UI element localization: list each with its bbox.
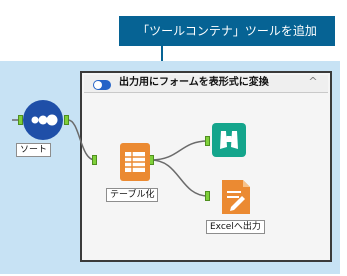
table-tool[interactable] (119, 142, 151, 182)
table-to-output-connector (150, 159, 209, 197)
sort-icon (23, 100, 63, 140)
sort-to-table-connector (67, 119, 96, 161)
browse-input-anchor[interactable] (205, 136, 210, 146)
document-pen-icon (222, 180, 250, 214)
table-input-anchor[interactable] (92, 155, 97, 165)
excel-output-tool-label: Excelへ出力 (206, 220, 265, 234)
table-to-browse-connector (150, 140, 209, 161)
table-tool-label: テーブル化 (106, 188, 159, 202)
table-icon (120, 143, 150, 181)
sort-tool-label: ソート (16, 143, 52, 157)
binoculars-icon (212, 123, 246, 157)
output-input-anchor[interactable] (205, 191, 210, 201)
workflow-canvas-stage: 「ツールコンテナ」ツールを追加 出力用にフォームを表形式に変換 ^ ソート テー… (0, 0, 347, 276)
browse-tool[interactable] (212, 123, 246, 157)
sort-output-anchor[interactable] (64, 115, 69, 125)
sort-tool[interactable] (22, 99, 64, 141)
excel-output-tool[interactable] (221, 179, 251, 215)
